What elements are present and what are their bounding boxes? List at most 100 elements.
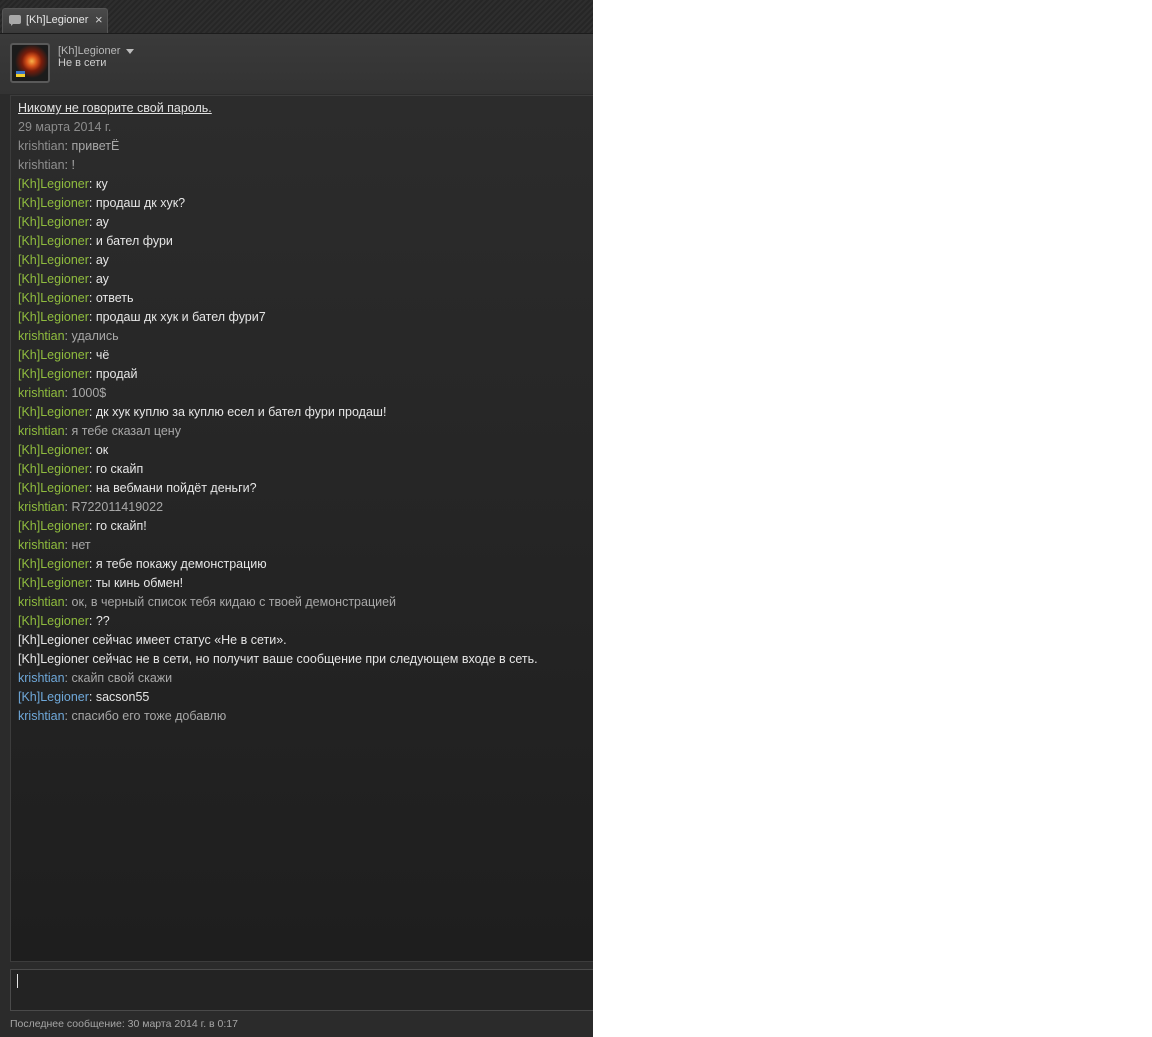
system-notice: [Kh]Legioner сейчас не в сети, но получи…: [18, 652, 538, 666]
chat-message: [Kh]Legioner: го скайп: [18, 460, 143, 479]
tab-title: [Kh]Legioner: [26, 14, 89, 26]
message-author[interactable]: krishtian: [18, 595, 65, 609]
message-text: : R722011419022: [64, 500, 164, 514]
chat-window: [Kh]Legioner × [Kh]Legioner Не в сети Ни…: [0, 0, 593, 1037]
message-text: : удались: [64, 329, 119, 343]
message-input[interactable]: [11, 970, 593, 1010]
message-author[interactable]: krishtian: [18, 671, 65, 685]
message-text: : нет: [64, 538, 91, 552]
message-text: : спасибо его тоже добавлю: [64, 709, 227, 723]
last-message-status: Последнее сообщение: 30 марта 2014 г. в …: [10, 1018, 238, 1030]
message-author[interactable]: krishtian: [18, 329, 65, 343]
message-text: : !: [64, 158, 75, 172]
message-text: : чё: [88, 348, 110, 362]
message-author[interactable]: [Kh]Legioner: [18, 234, 89, 248]
flag-icon: [16, 71, 25, 77]
chat-message: krishtian: скайп свой скажи: [18, 669, 172, 688]
message-author[interactable]: [Kh]Legioner: [18, 443, 89, 457]
chat-message: [Kh]Legioner: дк хук куплю за куплю есел…: [18, 403, 386, 422]
chat-message: [Kh]Legioner: ку: [18, 175, 108, 194]
chat-log[interactable]: Никому не говорите свой пароль. 29 марта…: [10, 95, 593, 962]
password-warning-link[interactable]: Никому не говорите свой пароль.: [18, 99, 212, 118]
chat-message: krishtian: я тебе сказал цену: [18, 422, 181, 441]
message-author[interactable]: krishtian: [18, 538, 65, 552]
avatar[interactable]: [10, 43, 50, 83]
message-author[interactable]: [Kh]Legioner: [18, 519, 89, 533]
message-text: : ок, в черный список тебя кидаю с твоей…: [64, 595, 397, 609]
message-author[interactable]: [Kh]Legioner: [18, 557, 89, 571]
message-text: : приветЁ: [64, 139, 120, 153]
message-text: : ау: [88, 253, 109, 267]
message-author[interactable]: [Kh]Legioner: [18, 690, 89, 704]
chat-message: [Kh]Legioner: продаш дк хук и бател фури…: [18, 308, 266, 327]
chat-message: krishtian: нет: [18, 536, 91, 555]
message-author[interactable]: [Kh]Legioner: [18, 405, 89, 419]
chat-message: [Kh]Legioner: ты кинь обмен!: [18, 574, 183, 593]
chat-message: krishtian: спасибо его тоже добавлю: [18, 707, 226, 726]
message-text: : sacson55: [88, 690, 150, 704]
message-text: : ау: [88, 215, 109, 229]
chat-message: [Kh]Legioner: го скайп!: [18, 517, 147, 536]
message-author[interactable]: [Kh]Legioner: [18, 177, 89, 191]
message-author[interactable]: [Kh]Legioner: [18, 576, 89, 590]
chat-message: [Kh]Legioner: sacson55: [18, 688, 149, 707]
close-icon[interactable]: ×: [95, 12, 103, 27]
message-text: : и бател фури: [88, 234, 173, 248]
message-author[interactable]: [Kh]Legioner: [18, 291, 89, 305]
friend-status: Не в сети: [58, 57, 107, 69]
chat-message: [Kh]Legioner: ау: [18, 251, 109, 270]
message-author[interactable]: [Kh]Legioner: [18, 367, 89, 381]
chevron-down-icon[interactable]: [126, 49, 134, 54]
chat-message: [Kh]Legioner: ??: [18, 612, 110, 631]
message-author[interactable]: [Kh]Legioner: [18, 310, 89, 324]
message-input-box[interactable]: [10, 969, 593, 1011]
chat-message: krishtian: удались: [18, 327, 119, 346]
friend-name: [Kh]Legioner: [58, 45, 121, 57]
message-author[interactable]: [Kh]Legioner: [18, 614, 89, 628]
message-author[interactable]: [Kh]Legioner: [18, 462, 89, 476]
chat-message: [Kh]Legioner: ответь: [18, 289, 134, 308]
message-text: : продаш дк хук?: [88, 196, 186, 210]
message-text: : скайп свой скажи: [64, 671, 173, 685]
message-author[interactable]: krishtian: [18, 424, 65, 438]
message-text: : 1000$: [64, 386, 107, 400]
message-author[interactable]: krishtian: [18, 386, 65, 400]
message-text: : продай: [88, 367, 138, 381]
message-author[interactable]: [Kh]Legioner: [18, 215, 89, 229]
message-text: : ??: [88, 614, 110, 628]
message-author[interactable]: [Kh]Legioner: [18, 481, 89, 495]
message-author[interactable]: [Kh]Legioner: [18, 348, 89, 362]
chat-message: [Kh]Legioner: ок: [18, 441, 108, 460]
text-cursor: [17, 974, 18, 988]
message-author[interactable]: krishtian: [18, 500, 65, 514]
chat-message: krishtian: 1000$: [18, 384, 106, 403]
message-text: : ау: [88, 272, 109, 286]
message-text: : го скайп: [88, 462, 144, 476]
message-text: : ку: [88, 177, 108, 191]
chat-message: [Kh]Legioner: на вебмани пойдёт деньги?: [18, 479, 257, 498]
chat-message: [Kh]Legioner: и бател фури: [18, 232, 173, 251]
chat-message: [Kh]Legioner: чё: [18, 346, 109, 365]
message-author[interactable]: [Kh]Legioner: [18, 196, 89, 210]
chat-message: [Kh]Legioner: продай: [18, 365, 137, 384]
chat-message: krishtian: R722011419022: [18, 498, 163, 517]
chat-message: krishtian: приветЁ: [18, 137, 119, 156]
chat-message: [Kh]Legioner: я тебе покажу демонстрацию: [18, 555, 267, 574]
message-author[interactable]: [Kh]Legioner: [18, 272, 89, 286]
chat-message: krishtian: !: [18, 156, 75, 175]
chat-message: krishtian: ок, в черный список тебя кида…: [18, 593, 396, 612]
tab-legioner[interactable]: [Kh]Legioner ×: [2, 8, 108, 33]
message-text: : ты кинь обмен!: [88, 576, 184, 590]
message-author[interactable]: krishtian: [18, 709, 65, 723]
message-text: : дк хук куплю за куплю есел и бател фур…: [88, 405, 387, 419]
message-text: : го скайп!: [88, 519, 147, 533]
chat-message: [Kh]Legioner: ау: [18, 270, 109, 289]
message-author[interactable]: krishtian: [18, 158, 65, 172]
message-author[interactable]: [Kh]Legioner: [18, 253, 89, 267]
chat-bubble-icon: [9, 15, 21, 26]
message-text: : я тебе покажу демонстрацию: [88, 557, 267, 571]
message-text: : ок: [88, 443, 109, 457]
date-separator: 29 марта 2014 г.: [18, 120, 112, 134]
message-author[interactable]: krishtian: [18, 139, 65, 153]
message-text: : ответь: [88, 291, 134, 305]
